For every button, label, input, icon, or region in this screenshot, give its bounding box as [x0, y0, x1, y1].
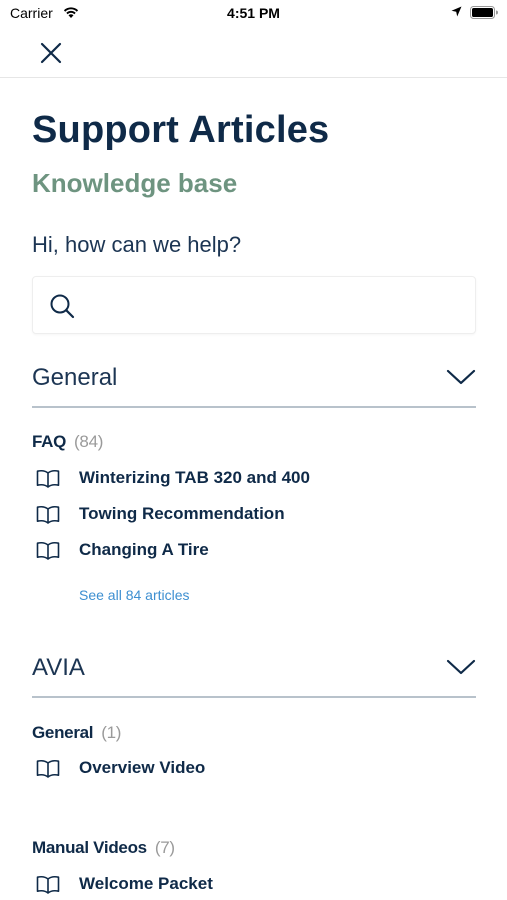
search-input[interactable]	[89, 285, 469, 325]
chevron-down-icon	[446, 659, 476, 675]
article-item[interactable]: Welcome Packet	[32, 872, 476, 900]
category-title-faq[interactable]: FAQ (84)	[32, 432, 103, 452]
battery-icon	[470, 6, 498, 19]
article-title: Winterizing TAB 320 and 400	[79, 468, 310, 487]
category-name: Manual Videos	[32, 838, 147, 857]
category-title-general[interactable]: General (1)	[32, 723, 121, 743]
see-all-articles-link[interactable]: See all 84 articles	[79, 587, 190, 603]
article-item[interactable]: Changing A Tire	[32, 538, 476, 568]
book-icon	[36, 541, 60, 560]
section-title: AVIA	[32, 654, 85, 681]
search-box[interactable]	[32, 276, 476, 334]
article-item[interactable]: Towing Recommendation	[32, 502, 476, 532]
category-name: General	[32, 723, 94, 742]
category-name: FAQ	[32, 432, 67, 451]
category-title-manual-videos[interactable]: Manual Videos (7)	[32, 838, 175, 858]
page-title: Support Articles	[32, 109, 330, 151]
article-item[interactable]: Winterizing TAB 320 and 400	[32, 466, 476, 496]
category-count: (7)	[154, 838, 175, 857]
section-header-avia[interactable]: AVIA	[32, 650, 476, 698]
page-subtitle: Knowledge base	[32, 168, 238, 198]
book-icon	[36, 505, 60, 524]
search-icon	[50, 294, 75, 319]
clock: 4:51 PM	[227, 5, 280, 21]
book-icon	[36, 875, 60, 894]
close-icon[interactable]	[36, 38, 66, 68]
help-prompt: Hi, how can we help?	[32, 232, 242, 257]
status-bar: Carrier 4:51 PM	[0, 0, 507, 28]
article-title: Changing A Tire	[79, 540, 209, 559]
category-count: (1)	[101, 723, 122, 742]
article-title: Towing Recommendation	[79, 504, 285, 523]
book-icon	[36, 469, 60, 488]
category-count: (84)	[74, 432, 104, 451]
nav-bar	[0, 28, 507, 78]
book-icon	[36, 759, 60, 778]
article-title: Overview Video	[79, 758, 206, 777]
article-item[interactable]: Overview Video	[32, 756, 476, 786]
chevron-down-icon	[446, 369, 476, 385]
article-title: Welcome Packet	[79, 874, 213, 893]
section-title: General	[32, 364, 118, 391]
section-header-general[interactable]: General	[32, 360, 476, 408]
location-icon	[451, 6, 462, 17]
